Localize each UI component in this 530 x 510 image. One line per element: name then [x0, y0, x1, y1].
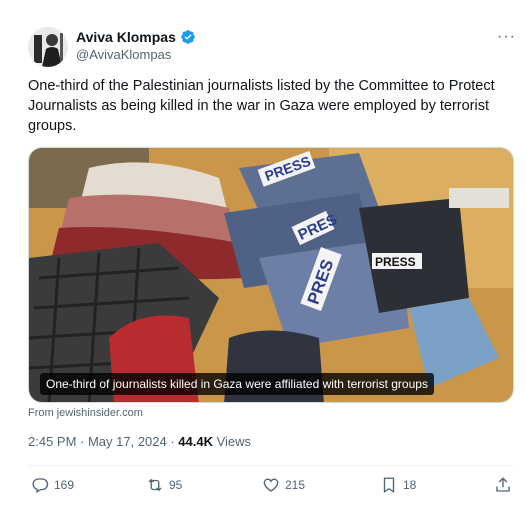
- repost-count: 95: [169, 478, 183, 492]
- avatar-image: [28, 27, 68, 67]
- views-label: Views: [213, 434, 252, 449]
- verified-badge-icon: [181, 30, 195, 44]
- reply-icon: [32, 478, 49, 493]
- like-count: 215: [285, 478, 306, 492]
- divider: [28, 465, 514, 466]
- repost-button[interactable]: 95: [146, 476, 182, 494]
- tweet-text: One-third of the Palestinian journalists…: [28, 78, 495, 134]
- tweet-card: Aviva Klompas @AvivaKlompas ··· One-thir…: [0, 0, 530, 510]
- bookmark-count: 18: [403, 478, 417, 492]
- reply-button[interactable]: 169: [31, 476, 74, 494]
- author-name-row: Aviva Klompas: [76, 29, 196, 45]
- bookmark-button[interactable]: 18: [380, 476, 416, 494]
- bookmark-icon: [383, 477, 395, 494]
- tweet-meta: 2:45 PM · May 17, 2024 · 44.4K Views: [28, 434, 251, 449]
- author-handle[interactable]: @AvivaKlompas: [76, 47, 171, 62]
- heart-icon: [263, 478, 279, 492]
- tweet-media-image[interactable]: PRESS PRES PRES PRESS: [28, 147, 514, 403]
- views-count[interactable]: 44.4K: [178, 434, 213, 449]
- link-source[interactable]: From jewishinsider.com: [28, 407, 143, 419]
- more-options-icon[interactable]: ···: [497, 28, 516, 46]
- media-caption: One-third of journalists killed in Gaza …: [40, 373, 434, 395]
- share-button[interactable]: [494, 476, 512, 494]
- avatar[interactable]: [28, 27, 68, 67]
- share-icon: [496, 477, 510, 492]
- like-button[interactable]: 215: [262, 476, 305, 494]
- reply-count: 169: [54, 478, 75, 492]
- timestamp[interactable]: 2:45 PM · May 17, 2024 ·: [28, 434, 178, 449]
- display-name[interactable]: Aviva Klompas: [76, 29, 176, 45]
- press-vests-photo: PRESS PRES PRES PRESS: [29, 148, 513, 402]
- vest-label: PRESS: [375, 255, 416, 269]
- action-bar: 169 95 215 18: [28, 476, 514, 498]
- repost-icon: [148, 478, 162, 492]
